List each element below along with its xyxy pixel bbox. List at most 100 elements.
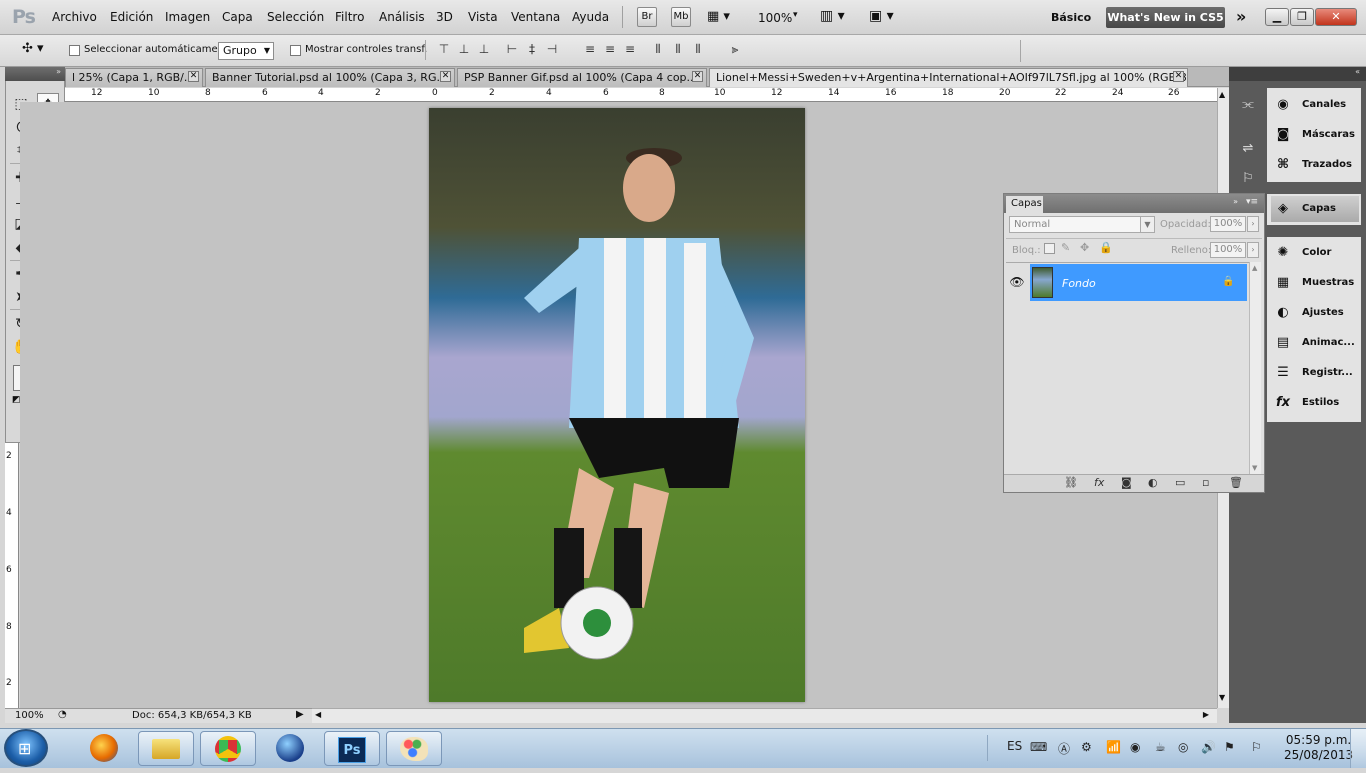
menu-edicion[interactable]: Edición xyxy=(110,10,153,24)
start-button[interactable]: ⊞ xyxy=(4,729,48,767)
tab-document-1[interactable]: l 25% (Capa 1, RGB/... xyxy=(65,68,203,87)
menu-ayuda[interactable]: Ayuda xyxy=(572,10,609,24)
photoshop-taskbar-icon[interactable]: Ps xyxy=(324,731,380,766)
tab-close-icon[interactable]: ✕ xyxy=(188,71,199,82)
align-left-icon[interactable]: ⊢ xyxy=(505,42,519,56)
panel-capas[interactable]: ◈ Capas xyxy=(1271,196,1359,222)
layer-name[interactable]: Fondo xyxy=(1062,277,1096,290)
menu-ventana[interactable]: Ventana xyxy=(511,10,560,24)
distribute-right-icon[interactable]: ⫴ xyxy=(691,42,705,56)
distribute-vcenter-icon[interactable]: ≡ xyxy=(603,42,617,56)
new-layer-icon[interactable]: ▫ xyxy=(1202,476,1209,489)
status-zoom[interactable]: 100% xyxy=(15,710,44,721)
panel-animacion[interactable]: ▤ Animac... xyxy=(1271,330,1359,356)
distribute-bottom-icon[interactable]: ≡ xyxy=(623,42,637,56)
zoom-level[interactable]: 100% xyxy=(758,11,792,25)
document-photo[interactable] xyxy=(429,108,805,702)
delete-layer-icon[interactable]: 🗑 xyxy=(1229,476,1243,489)
align-top-icon[interactable]: ⊤ xyxy=(437,42,451,56)
move-tool-preset-icon[interactable]: ✣ ▾ xyxy=(22,41,44,56)
panel-strip-adjust-icon[interactable]: ⇌ xyxy=(1237,138,1259,160)
layers-tab[interactable]: Capas xyxy=(1006,196,1043,213)
restore-icon[interactable]: ❐ xyxy=(1290,8,1314,26)
menu-imagen[interactable]: Imagen xyxy=(165,10,210,24)
blend-mode-select[interactable]: Normal xyxy=(1009,216,1155,233)
tray-app-icon[interactable]: ⚙ xyxy=(1081,740,1092,754)
toolbox-header[interactable]: » xyxy=(5,67,65,81)
lock-all-icon[interactable]: 🔒 xyxy=(1099,241,1113,254)
menu-filtro[interactable]: Filtro xyxy=(335,10,364,24)
horizontal-scrollbar[interactable]: ◀ ▶ xyxy=(312,708,1217,723)
panel-mascaras[interactable]: ◙ Máscaras xyxy=(1271,122,1359,148)
auto-select-dropdown[interactable]: Grupo ▼ xyxy=(218,42,274,60)
tab-banner-tutorial[interactable]: Banner Tutorial.psd al 100% (Capa 3, RG.… xyxy=(205,68,455,87)
tray-webcam-icon[interactable]: ◎ xyxy=(1178,740,1188,754)
align-bottom-icon[interactable]: ⊥ xyxy=(477,42,491,56)
tab-psp-banner-gif[interactable]: PSP Banner Gif.psd al 100% (Capa 4 cop..… xyxy=(457,68,707,87)
close-icon[interactable]: ✕ xyxy=(1315,8,1357,26)
layers-scrollbar[interactable]: ▲ ▼ xyxy=(1249,262,1261,474)
menu-analisis[interactable]: Análisis xyxy=(379,10,425,24)
chevron-down-icon[interactable]: ▼ xyxy=(1140,216,1155,233)
explorer-icon[interactable] xyxy=(138,731,194,766)
distribute-left-icon[interactable]: ⫴ xyxy=(651,42,665,56)
add-mask-icon[interactable]: ◙ xyxy=(1121,476,1132,489)
tab-messi-jpg[interactable]: Lionel+Messi+Sweden+v+Argentina+Internat… xyxy=(709,68,1188,87)
auto-align-icon[interactable]: ⫸ xyxy=(728,42,742,56)
panel-ajustes[interactable]: ◐ Ajustes xyxy=(1271,300,1359,326)
panel-canales[interactable]: ◉ Canales xyxy=(1271,92,1359,118)
panel-color[interactable]: ✺ Color xyxy=(1271,240,1359,266)
action-center-icon[interactable]: ⚑ xyxy=(1224,740,1235,754)
chrome-icon[interactable] xyxy=(200,731,256,766)
distribute-hcenter-icon[interactable]: ⫴ xyxy=(671,42,685,56)
show-desktop-button[interactable] xyxy=(1350,729,1366,768)
align-vcenter-icon[interactable]: ⊥ xyxy=(457,42,471,56)
visibility-eye-icon[interactable]: 👁 xyxy=(1006,264,1028,301)
auto-select-checkbox[interactable] xyxy=(69,45,80,56)
lock-transparent-icon[interactable] xyxy=(1044,243,1055,254)
extras-icon[interactable]: ▦ ▾ xyxy=(707,9,730,24)
language-indicator[interactable]: ES xyxy=(1007,739,1022,753)
status-menu-arrow-icon[interactable]: ▶ xyxy=(296,709,304,720)
distribute-top-icon[interactable]: ≡ xyxy=(583,42,597,56)
layers-panel-header[interactable]: » ▾≡ xyxy=(1004,194,1264,213)
panel-strip-tool-presets-icon[interactable]: ⚐ xyxy=(1237,168,1259,190)
bridge-button[interactable]: Br xyxy=(637,7,657,27)
fill-input[interactable]: 100% xyxy=(1210,242,1246,258)
minimize-icon[interactable]: ▁ xyxy=(1265,8,1289,26)
panel-registro[interactable]: ☰ Registr... xyxy=(1271,360,1359,386)
tray-security-icon[interactable]: ◉ xyxy=(1130,740,1140,754)
paint-icon[interactable] xyxy=(386,731,442,766)
tab-close-icon[interactable]: ✕ xyxy=(440,71,451,82)
panel-estilos[interactable]: fx Estilos xyxy=(1271,390,1359,416)
panel-strip-histogram-icon[interactable]: ⫘ xyxy=(1237,94,1259,116)
fill-slider-icon[interactable]: › xyxy=(1247,242,1259,258)
lock-pixels-icon[interactable]: ✎ xyxy=(1061,241,1070,254)
lock-position-icon[interactable]: ✥ xyxy=(1080,241,1089,254)
link-layers-icon[interactable]: ⛓ xyxy=(1064,476,1078,489)
new-group-icon[interactable]: ▭ xyxy=(1175,476,1185,489)
panel-trazados[interactable]: ⌘ Trazados xyxy=(1271,152,1359,178)
volume-icon[interactable]: 🔊 xyxy=(1201,740,1216,754)
layer-style-icon[interactable]: fx xyxy=(1094,476,1104,489)
status-clock-icon[interactable]: ◔ xyxy=(58,709,67,720)
app-globe-icon[interactable] xyxy=(262,731,318,766)
adjustment-layer-icon[interactable]: ◐ xyxy=(1148,476,1158,489)
show-transform-checkbox[interactable] xyxy=(290,45,301,56)
menu-archivo[interactable]: Archivo xyxy=(52,10,97,24)
arrange-documents-icon[interactable]: ▥ ▾ xyxy=(820,8,845,24)
opacity-input[interactable]: 100% xyxy=(1210,216,1246,232)
menu-capa[interactable]: Capa xyxy=(222,10,253,24)
minibridge-button[interactable]: Mb xyxy=(671,7,691,27)
workspace-more-button[interactable]: » xyxy=(1236,7,1246,26)
align-right-icon[interactable]: ⊣ xyxy=(545,42,559,56)
ime-icon[interactable]: Ⓐ xyxy=(1058,740,1070,757)
tray-java-icon[interactable]: ☕ xyxy=(1155,740,1166,754)
opacity-slider-icon[interactable]: › xyxy=(1247,216,1259,232)
whats-new-button[interactable]: What's New in CS5 xyxy=(1106,7,1225,28)
align-hcenter-icon[interactable]: ‡ xyxy=(525,42,539,56)
workspace-basico[interactable]: Básico xyxy=(1051,11,1091,24)
menu-seleccion[interactable]: Selección xyxy=(267,10,324,24)
network-bars-icon[interactable]: 📶 xyxy=(1106,740,1121,754)
taskbar-clock[interactable]: 05:59 p.m. 25/08/2013 xyxy=(1284,733,1353,763)
